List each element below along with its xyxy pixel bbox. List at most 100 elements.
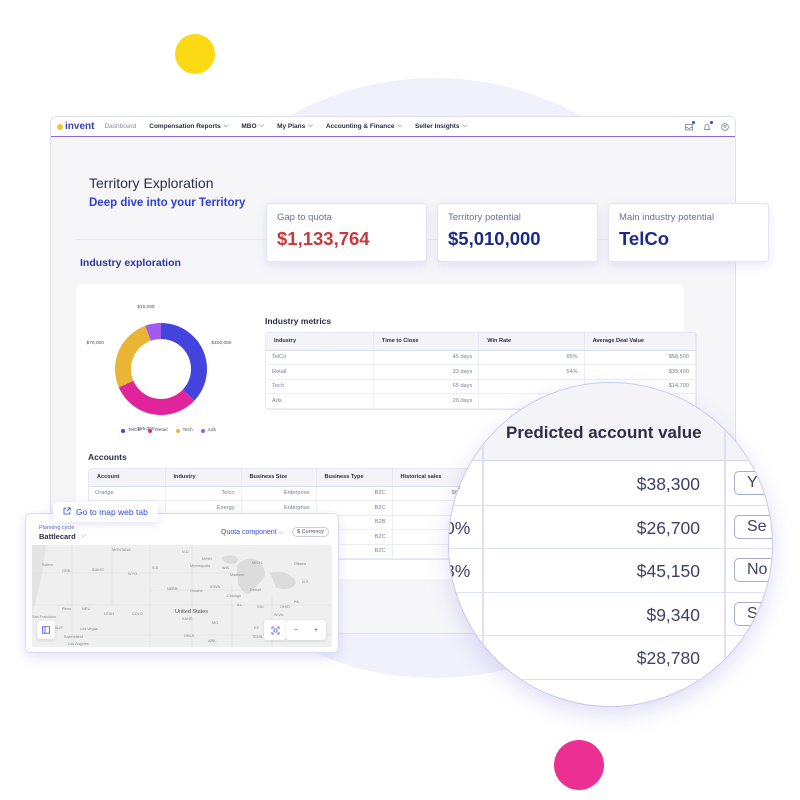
map-place-label: ARK. xyxy=(208,639,217,643)
panel-icon xyxy=(42,626,50,634)
donut-slice-retail[interactable] xyxy=(118,380,195,415)
map-place-label: Salem xyxy=(42,563,53,567)
column-header[interactable]: Time to Close xyxy=(373,333,480,351)
kpi-label: Gap to quota xyxy=(277,212,332,223)
column-header[interactable]: Industry xyxy=(165,469,242,487)
predicted-value: $38,300 xyxy=(636,474,700,494)
map-place-label: COLO. xyxy=(132,612,144,616)
legend-item[interactable]: TelCo xyxy=(121,428,140,433)
lens-percent: 3% xyxy=(449,561,471,581)
planning-cycle-select[interactable]: Battlecard xyxy=(39,532,76,541)
nav-label: My Plans xyxy=(277,123,306,130)
donut-data-label: $70,000 xyxy=(86,341,104,347)
status-tag[interactable]: S xyxy=(734,601,772,626)
column-header[interactable]: Account xyxy=(89,469,166,487)
donut-slice-telco[interactable] xyxy=(161,323,208,401)
fit-bounds-button[interactable] xyxy=(264,620,286,640)
table-row[interactable]: TelCo 45 days 65% $58,500 xyxy=(266,350,696,365)
logo-mark-icon xyxy=(57,123,63,130)
column-header[interactable]: Business Type xyxy=(316,469,393,487)
status-tag[interactable]: Se xyxy=(734,514,772,539)
zoom-out-button[interactable]: − xyxy=(294,627,298,634)
currency-toggle[interactable]: $ Currency xyxy=(292,527,329,537)
status-tag[interactable]: Y xyxy=(734,471,772,495)
kpi-card-gap-to-quota: Gap to quota $1,133,764 xyxy=(266,203,427,262)
magnifier-lens: Predicted account value % $38,300 Y 0% $26,7… xyxy=(448,382,773,707)
map-card: Planning cycle Battlecard ⌵ Quota compon… xyxy=(25,513,339,653)
map-place-label: PA. xyxy=(294,600,300,604)
legend-item[interactable]: Tech xyxy=(175,428,193,433)
table-cell: 45 days xyxy=(373,350,480,365)
nav-item-seller-insights[interactable]: Seller Insights ⌵ xyxy=(415,123,467,130)
map-country-label: United States xyxy=(175,609,209,615)
map-place-label: N.Y. xyxy=(302,580,309,584)
user-circle-icon[interactable] xyxy=(721,122,729,131)
map-place-label: NEV. xyxy=(82,607,91,611)
external-link-icon xyxy=(63,507,71,517)
table-cell: $58,500 xyxy=(584,350,696,365)
column-header[interactable]: Business Size xyxy=(241,469,317,487)
kpi-value: $5,010,000 xyxy=(448,228,541,249)
top-nav: invent Dashboard Compensation Reports ⌵ M… xyxy=(51,117,735,137)
map-place-label: KY. xyxy=(254,626,260,630)
map-place-label: Omaha xyxy=(190,589,203,593)
nav-label: Accounting & Finance xyxy=(325,123,395,130)
zoom-in-button[interactable]: + xyxy=(314,627,318,634)
decor-dot-yellow xyxy=(175,34,215,74)
map-view[interactable]: MONTANA N.D. MINN. Minneapolis WIS. MICH. Otta… xyxy=(32,545,332,647)
bell-icon[interactable] xyxy=(703,120,713,131)
chevron-down-icon: ⌵ xyxy=(308,123,313,129)
quota-component-select[interactable]: Quota component ⌵ xyxy=(221,529,283,537)
sidebar-toggle-button[interactable] xyxy=(37,621,55,639)
legend-label: Tech xyxy=(182,428,193,433)
nav-item-my-plans[interactable]: My Plans ⌵ xyxy=(277,123,313,130)
map-place-label: UTAH xyxy=(104,612,115,616)
nav-item-dashboard[interactable]: Dashboard xyxy=(104,123,136,130)
column-header[interactable]: Win Rate xyxy=(478,333,585,351)
notification-badge xyxy=(692,120,695,124)
table-cell: Enterprise xyxy=(241,486,317,501)
legend-item[interactable]: Retail xyxy=(148,428,168,433)
map-place-label: MONTANA xyxy=(112,548,131,552)
logo[interactable]: invent xyxy=(57,121,94,132)
table-row[interactable]: OrangeTelcoEnterpriseB2C$65,0 xyxy=(89,486,473,501)
map-place-label: TENN. xyxy=(252,635,264,639)
inbox-icon[interactable] xyxy=(685,120,695,131)
chevron-down-icon[interactable]: ⌵ xyxy=(81,533,86,540)
column-header[interactable]: Industry xyxy=(266,333,374,351)
map-place-label: IOWA xyxy=(210,585,220,589)
map-place-label: IDAHO xyxy=(92,568,105,572)
map-place-label: OHIO xyxy=(280,605,290,609)
column-header[interactable]: Average Deal Value xyxy=(584,333,696,351)
map-place-label: ILL. xyxy=(237,603,244,607)
nav-label: MBO xyxy=(241,123,257,130)
chart-legend: TelCo Retail Tech Ads xyxy=(121,428,216,433)
legend-item[interactable]: Ads xyxy=(200,428,216,433)
legend-label: TelCo xyxy=(128,428,141,433)
nav-item-accounting-finance[interactable]: Accounting & Finance ⌵ xyxy=(326,123,402,130)
lens-percent: 0% xyxy=(449,517,471,538)
map-place-label: San Francisco xyxy=(32,615,57,619)
map-place-label: Minneapolis xyxy=(190,564,211,568)
donut-slice-tech[interactable] xyxy=(115,325,151,388)
page-title: Territory Exploration xyxy=(89,175,214,191)
link-label: Go to map web tab xyxy=(76,507,148,517)
accounts-title: Accounts xyxy=(88,452,127,462)
go-to-map-link[interactable]: Go to map web tab xyxy=(53,502,158,522)
legend-label: Ads xyxy=(207,428,216,433)
map-place-label: WIS. xyxy=(222,566,231,570)
chevron-down-icon: ⌵ xyxy=(462,123,468,129)
zoom-controls: − + xyxy=(286,620,326,640)
nav-item-mbo[interactable]: MBO ⌵ xyxy=(241,123,264,130)
table-row[interactable]: Retail 33 days 54% $39,400 xyxy=(266,364,696,380)
table-cell: Orange xyxy=(89,486,166,501)
map-place-label: Reno xyxy=(62,607,72,611)
map-place-label: ORE. xyxy=(62,569,72,573)
predicted-value: $28,780 xyxy=(636,648,700,668)
predicted-value: $45,150 xyxy=(636,561,700,581)
nav-item-compensation-reports[interactable]: Compensation Reports ⌵ xyxy=(149,123,228,130)
table-cell: Retail xyxy=(266,364,374,380)
nav-label: Seller Insights xyxy=(415,123,460,130)
status-tag[interactable]: No xyxy=(734,558,772,582)
map-place-label: Chicago xyxy=(227,594,241,598)
